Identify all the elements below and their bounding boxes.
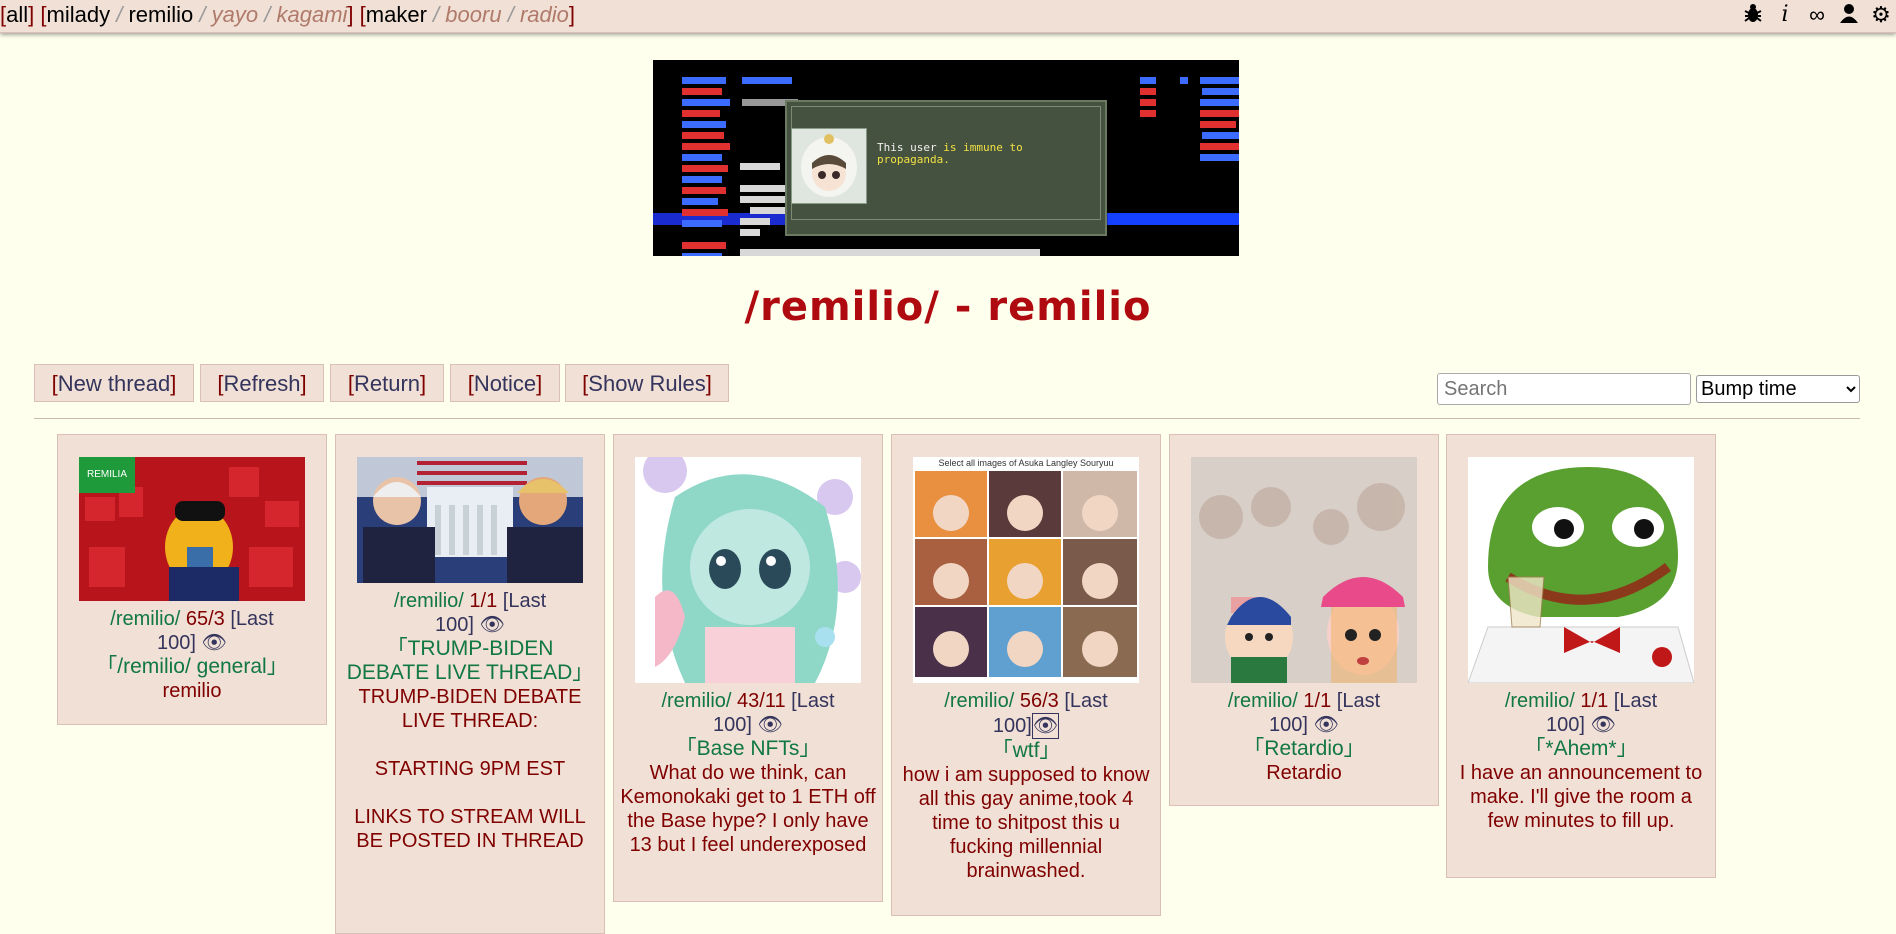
thread-last-count[interactable]: 100 xyxy=(1269,714,1302,736)
board-banner[interactable]: This user is immune to propaganda. xyxy=(653,60,1239,256)
return-label: Return xyxy=(353,371,421,396)
thread-last-link[interactable]: Last xyxy=(797,690,835,712)
show-rules-button[interactable]: [Show Rules] xyxy=(565,364,729,402)
top-navigation-bar: [all] [milady / remilio / yayo / kagami]… xyxy=(0,0,1896,33)
notice-button[interactable]: [Notice] xyxy=(450,364,560,402)
thread-subject[interactable]: 「*Ahem*」 xyxy=(1447,737,1715,761)
dialog-text-part-2: is immune to xyxy=(943,141,1023,154)
thread-thumbnail[interactable] xyxy=(357,457,583,583)
thread-meta: /remilio/ 1/1 [Last 100] 👁 xyxy=(1504,690,1658,737)
show-rules-label: Show Rules xyxy=(588,371,706,396)
thread-meta: /remilio/ 1/1 [Last 100] 👁 xyxy=(393,590,547,637)
info-icon[interactable]: i xyxy=(1772,2,1798,28)
nav-link-radio[interactable]: radio xyxy=(520,2,569,27)
nav-link-kagami[interactable]: kagami xyxy=(277,2,348,27)
thread-thumbnail[interactable]: REMILIA xyxy=(79,457,305,601)
thread-thumbnail[interactable] xyxy=(1468,457,1694,683)
thread-card[interactable]: /remilio/ 1/1 [Last 100] 👁 「*Ahem*」 I hav… xyxy=(1446,434,1716,878)
eye-icon[interactable]: 👁 xyxy=(1314,713,1339,737)
eye-icon[interactable]: 👁 xyxy=(758,713,783,737)
page-title: /remilio/ - remilio xyxy=(744,284,1152,330)
thread-last-count[interactable]: 100 xyxy=(993,715,1026,737)
nav-link-yayo[interactable]: yayo xyxy=(212,2,258,27)
thread-thumbnail[interactable] xyxy=(635,457,861,683)
thread-body: how i am supposed to know all this gay a… xyxy=(902,764,1150,882)
thread-last-count[interactable]: 100 xyxy=(435,614,468,636)
thread-thumbnail[interactable]: Select all images of Asuka Langley Soury… xyxy=(913,457,1139,683)
thread-body: TRUMP-BIDEN DEBATE LIVE THREAD: STARTING… xyxy=(354,686,586,852)
thread-card[interactable]: /remilio/ 1/1 [Last 100] 👁 「TRUMP-BIDEN D… xyxy=(335,434,605,934)
thread-card[interactable]: Select all images of Asuka Langley Soury… xyxy=(891,434,1161,916)
toolbar-divider xyxy=(34,418,1860,419)
thread-card[interactable]: REMILIA /remilio/ 65/3 [Last 100] 👁 「/rem… xyxy=(57,434,327,725)
thread-board-link[interactable]: /remilio/ xyxy=(1228,690,1298,712)
thread-reply-counts: 1/1 xyxy=(1303,690,1332,712)
search-input[interactable] xyxy=(1437,373,1691,405)
gear-icon[interactable]: ⚙ xyxy=(1868,2,1894,28)
eye-icon[interactable]: 👁 xyxy=(202,631,227,655)
eye-icon[interactable]: 👁 xyxy=(1031,713,1060,739)
thread-last-count[interactable]: 100 xyxy=(713,714,746,736)
nav-link-milady[interactable]: milady xyxy=(47,2,111,27)
refresh-label: Refresh xyxy=(223,371,301,396)
dialog-text-part-3: propaganda. xyxy=(877,153,950,166)
thread-subject[interactable]: 「TRUMP-BIDEN DEBATE LIVE THREAD」 xyxy=(336,637,604,685)
return-button[interactable]: [Return] xyxy=(330,364,444,402)
thread-thumbnail[interactable] xyxy=(1191,457,1417,683)
new-thread-button[interactable]: [New thread] xyxy=(34,364,194,402)
thread-reply-counts: 43/11 xyxy=(737,690,786,712)
bug-icon[interactable] xyxy=(1740,2,1766,28)
banner-terminal-lines-right xyxy=(1113,64,1239,256)
thread-subject[interactable]: 「/remilio/ general」 xyxy=(58,655,326,679)
thread-subject[interactable]: 「Retardio」 xyxy=(1170,737,1438,761)
user-icon[interactable] xyxy=(1836,2,1862,28)
thread-reply-counts: 1/1 xyxy=(1580,690,1609,712)
thread-meta: /remilio/ 65/3 [Last 100] 👁 xyxy=(110,608,274,655)
thread-board-link[interactable]: /remilio/ xyxy=(394,590,464,612)
board-list: [all] [milady / remilio / yayo / kagami]… xyxy=(0,2,575,27)
thread-board-link[interactable]: /remilio/ xyxy=(1505,690,1575,712)
thread-reply-counts: 65/3 xyxy=(185,608,225,630)
notice-label: Notice xyxy=(473,371,537,396)
nav-link-remilio[interactable]: remilio xyxy=(128,2,193,27)
new-thread-label: New thread xyxy=(57,371,171,396)
nav-link-all[interactable]: all xyxy=(6,2,28,27)
eye-icon[interactable]: 👁 xyxy=(1591,713,1616,737)
sort-select[interactable]: Bump time xyxy=(1696,375,1860,403)
infinity-icon[interactable]: ∞ xyxy=(1804,2,1830,28)
thread-reply-counts: 1/1 xyxy=(469,590,498,612)
thread-card[interactable]: /remilio/ 43/11 [Last 100] 👁 「Base NFTs」 … xyxy=(613,434,883,902)
thread-last-link[interactable]: Last xyxy=(508,590,546,612)
propaganda-dialog: This user is immune to propaganda. xyxy=(785,100,1107,236)
dialog-message: This user is immune to propaganda. xyxy=(877,142,1023,166)
thread-body: remilio xyxy=(162,680,222,702)
thread-reply-counts: 56/3 xyxy=(1019,690,1059,712)
nav-icon-group: i ∞ ⚙ xyxy=(1740,0,1896,30)
thread-last-link[interactable]: Last xyxy=(236,608,274,630)
thread-card[interactable]: /remilio/ 1/1 [Last 100] 👁 「Retardio」 Ret… xyxy=(1169,434,1439,806)
nav-link-maker[interactable]: maker xyxy=(366,2,427,27)
thread-body: Retardio xyxy=(1266,762,1342,784)
eye-icon[interactable]: 👁 xyxy=(480,613,505,637)
thread-board-link[interactable]: /remilio/ xyxy=(110,608,180,630)
thread-board-link[interactable]: /remilio/ xyxy=(944,690,1014,712)
thread-last-link[interactable]: Last xyxy=(1342,690,1380,712)
thread-board-link[interactable]: /remilio/ xyxy=(661,690,731,712)
thread-body: What do we think, can Kemonokaki get to … xyxy=(620,762,876,856)
thread-meta: /remilio/ 43/11 [Last 100] 👁 xyxy=(661,690,835,737)
thread-meta: /remilio/ 56/3 [Last 100]👁 xyxy=(944,690,1108,739)
thread-meta: /remilio/ 1/1 [Last 100] 👁 xyxy=(1227,690,1381,737)
refresh-button[interactable]: [Refresh] xyxy=(200,364,324,402)
thread-subject[interactable]: 「Base NFTs」 xyxy=(614,737,882,761)
banner-avatar-image xyxy=(791,128,867,204)
thread-body: I have an announcement to make. I'll giv… xyxy=(1459,762,1703,832)
thread-last-link[interactable]: Last xyxy=(1070,690,1108,712)
svg-text:REMILIA: REMILIA xyxy=(87,469,127,480)
thread-last-link[interactable]: Last xyxy=(1619,690,1657,712)
nav-link-booru[interactable]: booru xyxy=(445,2,501,27)
thread-last-count[interactable]: 100 xyxy=(1546,714,1579,736)
thread-last-count[interactable]: 100 xyxy=(157,632,190,654)
thread-subject[interactable]: 「wtf」 xyxy=(892,739,1160,763)
